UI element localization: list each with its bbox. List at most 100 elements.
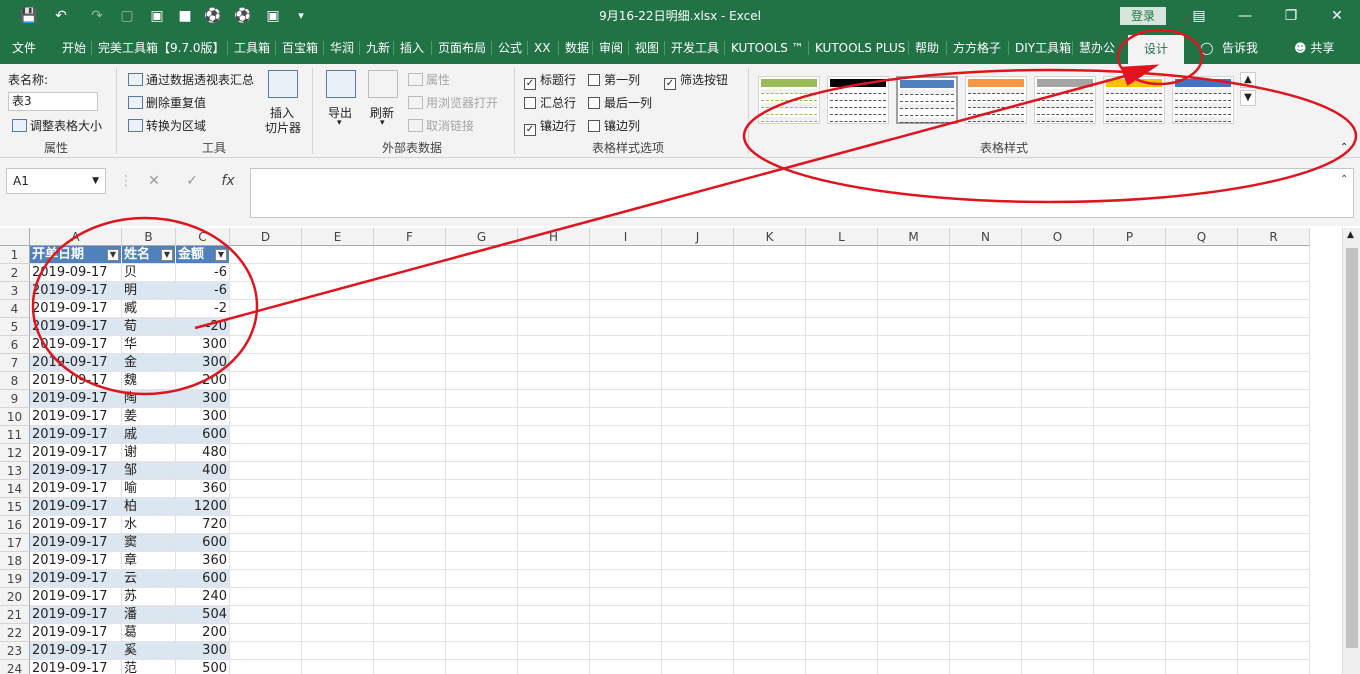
cell[interactable] xyxy=(518,390,590,408)
table-cell[interactable]: 200 xyxy=(176,372,230,390)
cell[interactable] xyxy=(1238,354,1310,372)
cell[interactable] xyxy=(302,660,374,674)
table-cell[interactable]: 邹 xyxy=(122,462,176,480)
cell[interactable] xyxy=(734,462,806,480)
cell[interactable] xyxy=(662,462,734,480)
cell[interactable] xyxy=(806,570,878,588)
cell[interactable] xyxy=(878,426,950,444)
filter-dropdown-icon[interactable]: ▼ xyxy=(215,249,227,261)
table-cell[interactable]: 2019-09-17 xyxy=(30,318,122,336)
cell[interactable] xyxy=(662,426,734,444)
cell[interactable] xyxy=(1166,660,1238,674)
cell[interactable] xyxy=(1094,444,1166,462)
cell[interactable] xyxy=(662,606,734,624)
cell[interactable] xyxy=(1238,480,1310,498)
tab-6[interactable]: 九新 xyxy=(362,32,394,64)
cell[interactable] xyxy=(662,642,734,660)
cell[interactable] xyxy=(806,462,878,480)
cell[interactable] xyxy=(374,318,446,336)
cell[interactable] xyxy=(302,624,374,642)
cell[interactable] xyxy=(230,408,302,426)
cell[interactable] xyxy=(230,444,302,462)
table-cell[interactable]: 2019-09-17 xyxy=(30,444,122,462)
cell[interactable] xyxy=(662,552,734,570)
cell[interactable] xyxy=(950,642,1022,660)
cell[interactable] xyxy=(1238,552,1310,570)
cell[interactable] xyxy=(806,318,878,336)
tab-2[interactable]: 完美工具箱【9.7.0版】 xyxy=(94,32,229,64)
cell[interactable] xyxy=(878,354,950,372)
frame-icon[interactable]: ▣ xyxy=(262,6,284,26)
cell[interactable] xyxy=(878,534,950,552)
table-cell[interactable]: 2019-09-17 xyxy=(30,480,122,498)
last-col-checkbox[interactable]: 最后一列 xyxy=(588,94,652,111)
cell[interactable] xyxy=(446,300,518,318)
cell[interactable] xyxy=(518,426,590,444)
cell[interactable] xyxy=(806,588,878,606)
cell[interactable] xyxy=(878,246,950,264)
cell[interactable] xyxy=(806,426,878,444)
cell[interactable] xyxy=(374,660,446,674)
cell[interactable] xyxy=(446,444,518,462)
tab-17[interactable]: 帮助 xyxy=(911,32,943,64)
cell[interactable] xyxy=(806,336,878,354)
slicer-icon[interactable] xyxy=(268,70,298,98)
cell[interactable] xyxy=(302,336,374,354)
cell[interactable] xyxy=(230,516,302,534)
tab-8[interactable]: 页面布局 xyxy=(434,32,490,64)
cell[interactable] xyxy=(1022,282,1094,300)
column-header-J[interactable]: J xyxy=(662,228,734,246)
cell[interactable] xyxy=(734,480,806,498)
cell[interactable] xyxy=(1094,570,1166,588)
cell[interactable] xyxy=(950,300,1022,318)
tab-18[interactable]: 方方格子 xyxy=(949,32,1005,64)
cell[interactable] xyxy=(230,336,302,354)
share-button[interactable]: ☻ 共享 xyxy=(1290,32,1338,64)
table-cell[interactable]: 480 xyxy=(176,444,230,462)
export-icon[interactable] xyxy=(326,70,356,98)
cell[interactable] xyxy=(734,624,806,642)
cell[interactable] xyxy=(1022,642,1094,660)
table-cell[interactable]: 臧 xyxy=(122,300,176,318)
table-style-thumb[interactable] xyxy=(827,76,889,124)
column-header-M[interactable]: M xyxy=(878,228,950,246)
cell[interactable] xyxy=(662,336,734,354)
cell[interactable] xyxy=(1238,462,1310,480)
cell[interactable] xyxy=(446,318,518,336)
scrollbar-thumb[interactable] xyxy=(1346,248,1358,648)
slicer-label-2[interactable]: 切片器 xyxy=(265,119,301,136)
cell[interactable] xyxy=(446,246,518,264)
cell[interactable] xyxy=(1094,408,1166,426)
row-header[interactable]: 10 xyxy=(0,408,30,426)
cell[interactable] xyxy=(1166,624,1238,642)
cell[interactable] xyxy=(518,300,590,318)
cell[interactable] xyxy=(230,588,302,606)
table-cell[interactable]: 504 xyxy=(176,606,230,624)
cell[interactable] xyxy=(1166,480,1238,498)
cell[interactable] xyxy=(1094,642,1166,660)
cell[interactable] xyxy=(230,624,302,642)
cell[interactable] xyxy=(374,498,446,516)
cell[interactable] xyxy=(230,282,302,300)
cell[interactable] xyxy=(230,498,302,516)
cell[interactable] xyxy=(1094,264,1166,282)
close-icon[interactable]: ✕ xyxy=(1314,0,1360,32)
ribbon-display-icon[interactable]: ▤ xyxy=(1176,0,1222,32)
cell[interactable] xyxy=(302,516,374,534)
cell[interactable] xyxy=(446,354,518,372)
table-cell[interactable]: 2019-09-17 xyxy=(30,408,122,426)
cell[interactable] xyxy=(1022,498,1094,516)
table-cell[interactable]: 2019-09-17 xyxy=(30,498,122,516)
cell[interactable] xyxy=(1094,246,1166,264)
row-header[interactable]: 24 xyxy=(0,660,30,674)
row-header[interactable]: 7 xyxy=(0,354,30,372)
cell[interactable] xyxy=(446,570,518,588)
cell[interactable] xyxy=(1022,552,1094,570)
cell[interactable] xyxy=(1022,660,1094,674)
table-cell[interactable]: 2019-09-17 xyxy=(30,552,122,570)
cell[interactable] xyxy=(374,516,446,534)
name-box[interactable]: A1 ▼ xyxy=(6,168,106,194)
row-header[interactable]: 9 xyxy=(0,390,30,408)
cell[interactable] xyxy=(1094,588,1166,606)
tab-7[interactable]: 插入 xyxy=(396,32,428,64)
